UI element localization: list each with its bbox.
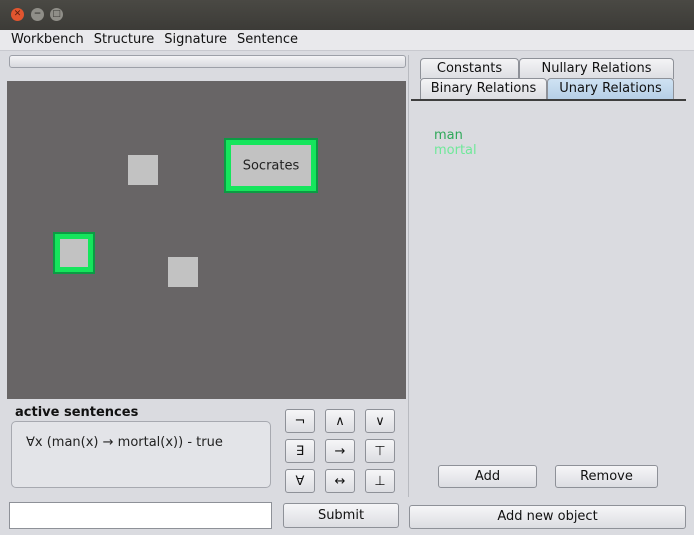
iff-symbol-button[interactable]: ↔ xyxy=(325,469,355,493)
object-node[interactable] xyxy=(55,234,93,272)
active-sentences-title: active sentences xyxy=(15,405,139,420)
sentence-input[interactable] xyxy=(9,502,272,529)
and-symbol-button[interactable]: ∧ xyxy=(325,409,355,433)
menu-sentence[interactable]: Sentence xyxy=(229,30,300,47)
relation-item-man[interactable]: man xyxy=(434,128,463,143)
forall-symbol-button[interactable]: ∀ xyxy=(285,469,315,493)
object-node-socrates[interactable]: Socrates xyxy=(226,140,316,191)
maximize-icon[interactable]: □ xyxy=(50,8,63,21)
menu-signature[interactable]: Signature xyxy=(156,30,229,47)
add-relation-button[interactable]: Add xyxy=(438,465,537,488)
not-symbol-button[interactable]: ¬ xyxy=(285,409,315,433)
bottom-symbol-button[interactable]: ⊥ xyxy=(365,469,395,493)
tab-unary-relations[interactable]: Unary Relations xyxy=(547,78,674,99)
object-node[interactable] xyxy=(128,155,158,185)
object-label: Socrates xyxy=(242,158,300,173)
tab-divider xyxy=(411,99,686,101)
or-symbol-button[interactable]: ∨ xyxy=(365,409,395,433)
signature-panel xyxy=(408,55,689,497)
structure-canvas[interactable]: Socrates xyxy=(7,81,406,399)
sentence-item[interactable]: ∀x (man(x) → mortal(x)) - true xyxy=(26,435,223,450)
menu-bar: Workbench Structure Signature Sentence xyxy=(0,30,694,51)
remove-relation-button[interactable]: Remove xyxy=(555,465,658,488)
tab-constants[interactable]: Constants xyxy=(420,58,519,79)
tab-binary-relations[interactable]: Binary Relations xyxy=(420,78,547,99)
title-bar: ✕ − □ xyxy=(0,0,694,30)
menu-workbench[interactable]: Workbench xyxy=(0,30,86,47)
exists-symbol-button[interactable]: ∃ xyxy=(285,439,315,463)
minimize-icon[interactable]: − xyxy=(31,8,44,21)
active-sentences-list: ∀x (man(x) → mortal(x)) - true xyxy=(11,421,271,488)
top-symbol-button[interactable]: ⊤ xyxy=(365,439,395,463)
progress-bar xyxy=(9,55,406,68)
submit-button[interactable]: Submit xyxy=(283,503,399,528)
implies-symbol-button[interactable]: → xyxy=(325,439,355,463)
tab-nullary-relations[interactable]: Nullary Relations xyxy=(519,58,674,79)
object-node[interactable] xyxy=(168,257,198,287)
menu-structure[interactable]: Structure xyxy=(86,30,156,47)
add-new-object-button[interactable]: Add new object xyxy=(409,505,686,529)
relation-item-mortal[interactable]: mortal xyxy=(434,143,477,158)
close-icon[interactable]: ✕ xyxy=(11,8,24,21)
